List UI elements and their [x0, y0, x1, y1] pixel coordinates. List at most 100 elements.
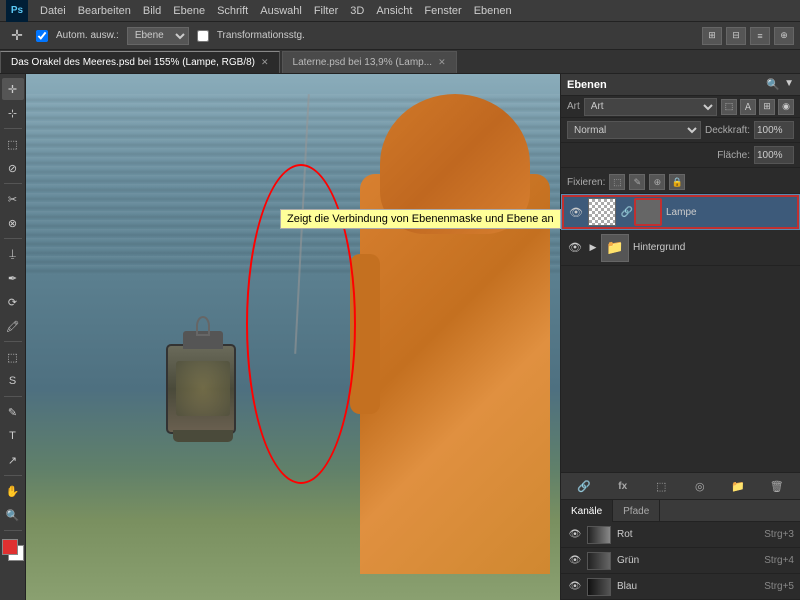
gradient-tool[interactable]: ⬚ — [2, 346, 24, 368]
layer-expand-hintergrund[interactable]: ▶ — [587, 242, 599, 254]
selection-tool[interactable]: ⊹ — [2, 102, 24, 124]
fix-transparent-icon[interactable]: ⬚ — [609, 174, 625, 190]
channel-eye-gruen[interactable]: 👁 — [567, 555, 583, 566]
fix-all-icon[interactable]: 🔒 — [669, 174, 685, 190]
channel-shortcut-gruen: Strg+4 — [764, 555, 794, 566]
menu-3d[interactable]: 3D — [350, 5, 364, 17]
opacity-input[interactable] — [754, 121, 794, 139]
main-content: ✛ ⊹ ⬚ ⊘ ✂ ⊗ ⍊ ✒ ⟳ 🖍 ⬚ S ✎ T ↗ ✋ 🔍 — [0, 74, 800, 600]
blend-opacity-row: Normal Multiplizieren Bildschirm Deckkra… — [561, 118, 800, 143]
chain-tooltip: Zeigt die Verbindung von Ebenenmaske und… — [280, 209, 561, 229]
blend-mode-select[interactable]: Normal Multiplizieren Bildschirm — [567, 121, 701, 139]
opacity-label: Deckkraft: — [705, 125, 750, 136]
menu-schrift[interactable]: Schrift — [217, 5, 248, 17]
crop-tool[interactable]: ✂ — [2, 188, 24, 210]
tab-main-document[interactable]: Das Orakel des Meeres.psd bei 155% (Lamp… — [0, 51, 280, 73]
channel-thumb-blau — [587, 578, 611, 596]
channel-thumb-rot — [587, 526, 611, 544]
layers-bottom-toolbar: 🔗 fx ⬚ ◎ 📁 🗑 — [561, 472, 800, 500]
tab-kanale[interactable]: Kanäle — [561, 500, 613, 522]
hand-tool[interactable]: ✋ — [2, 480, 24, 502]
layer-item-lampe[interactable]: 👁 🔗 Zeigt die Verbindung von Ebenenmaske… — [561, 194, 800, 230]
foreground-color-swatch[interactable] — [2, 539, 18, 555]
menu-ansicht[interactable]: Ansicht — [376, 5, 412, 17]
transform-checkbox[interactable] — [197, 30, 209, 42]
channel-eye-rot[interactable]: 👁 — [567, 529, 583, 540]
channel-item-rot[interactable]: 👁 Rot Strg+3 — [561, 522, 800, 548]
channel-name-rot: Rot — [617, 529, 764, 540]
layer-select-dropdown[interactable]: Ebene Gruppe — [127, 27, 189, 45]
filter-icon-1[interactable]: ⬚ — [721, 99, 737, 115]
fix-paint-icon[interactable]: ✎ — [629, 174, 645, 190]
dodge-tool[interactable]: S — [2, 370, 24, 392]
tab-secondary-document[interactable]: Laterne.psd bei 13,9% (Lamp... ✕ — [282, 51, 457, 73]
menu-ebenen[interactable]: Ebenen — [474, 5, 512, 17]
lasso-tool[interactable]: ⬚ — [2, 133, 24, 155]
new-group-icon[interactable]: 📁 — [728, 476, 748, 496]
layers-search-icon[interactable]: 🔍 — [766, 78, 780, 91]
clone-tool[interactable]: ⟳ — [2, 291, 24, 313]
move-tool-options[interactable]: ✛ — [6, 25, 28, 47]
distribute-icon[interactable]: ⊕ — [774, 27, 794, 45]
path-select-tool[interactable]: ↗ — [2, 449, 24, 471]
adjustment-icon[interactable]: ◎ — [690, 476, 710, 496]
layer-eye-lampe[interactable]: 👁 — [568, 204, 584, 220]
menu-ebene[interactable]: Ebene — [173, 5, 205, 17]
tab-close-main[interactable]: ✕ — [261, 57, 269, 68]
menu-fenster[interactable]: Fenster — [424, 5, 461, 17]
channel-name-blau: Blau — [617, 581, 764, 592]
fix-position-icon[interactable]: ⊕ — [649, 174, 665, 190]
channel-item-gruen[interactable]: 👁 Grün Strg+4 — [561, 548, 800, 574]
move-tool[interactable]: ✛ — [2, 78, 24, 100]
channel-shortcut-rot: Strg+3 — [764, 529, 794, 540]
filter-on-off[interactable]: ◉ — [778, 99, 794, 115]
layer-chain-icon[interactable]: 🔗 Zeigt die Verbindung von Ebenenmaske u… — [620, 205, 634, 219]
color-swatches[interactable] — [2, 539, 24, 561]
options-bar: ✛ Autom. ausw.: Ebene Gruppe Transformat… — [0, 22, 800, 50]
auto-select-checkbox[interactable] — [36, 30, 48, 42]
type-tool[interactable]: T — [2, 425, 24, 447]
layers-spacer — [561, 266, 800, 472]
layer-item-hintergrund[interactable]: 👁 ▶ 📁 Hintergrund — [561, 230, 800, 266]
add-mask-icon[interactable]: ⬚ — [651, 476, 671, 496]
magic-wand-tool[interactable]: ⊘ — [2, 157, 24, 179]
align-right-icon[interactable]: ≡ — [750, 27, 770, 45]
align-left-icon[interactable]: ⊞ — [702, 27, 722, 45]
fx-icon[interactable]: fx — [613, 476, 633, 496]
layers-filter-icon[interactable]: ▼ — [784, 78, 794, 91]
delete-layer-icon[interactable]: 🗑 — [767, 476, 787, 496]
menu-bild[interactable]: Bild — [143, 5, 161, 17]
channel-eye-blau[interactable]: 👁 — [567, 581, 583, 592]
menu-filter[interactable]: Filter — [314, 5, 338, 17]
lantern-group — [166, 344, 236, 434]
tab-pfade[interactable]: Pfade — [613, 500, 660, 522]
align-center-icon[interactable]: ⊟ — [726, 27, 746, 45]
menu-datei[interactable]: Datei — [40, 5, 66, 17]
filter-type-select[interactable]: Art — [584, 98, 717, 116]
tab-close-secondary[interactable]: ✕ — [438, 57, 446, 68]
fixieren-row: Fixieren: ⬚ ✎ ⊕ 🔒 — [561, 171, 800, 194]
menu-auswahl[interactable]: Auswahl — [260, 5, 302, 17]
channel-tabs: Kanäle Pfade — [561, 500, 800, 522]
tool-separator-5 — [4, 396, 22, 397]
menu-bearbeiten[interactable]: Bearbeiten — [78, 5, 131, 17]
layer-name-lampe: Lampe — [666, 207, 793, 218]
zoom-tool[interactable]: 🔍 — [2, 504, 24, 526]
brush-tool[interactable]: ✒ — [2, 267, 24, 289]
eyedropper-tool[interactable]: ⊗ — [2, 212, 24, 234]
fill-label: Fläche: — [717, 150, 750, 161]
heal-tool[interactable]: ⍊ — [2, 243, 24, 265]
channel-shortcut-blau: Strg+5 — [764, 581, 794, 592]
eraser-tool[interactable]: 🖍 — [2, 315, 24, 337]
fill-input[interactable] — [754, 146, 794, 164]
filter-icon-2[interactable]: Ａ — [740, 99, 756, 115]
fixieren-label: Fixieren: — [567, 177, 605, 188]
channel-thumb-gruen — [587, 552, 611, 570]
tool-separator-3 — [4, 238, 22, 239]
layer-eye-hintergrund[interactable]: 👁 — [567, 240, 583, 256]
link-layers-icon[interactable]: 🔗 — [574, 476, 594, 496]
pen-tool[interactable]: ✎ — [2, 401, 24, 423]
layer-name-hintergrund: Hintergrund — [633, 242, 794, 253]
channel-item-blau[interactable]: 👁 Blau Strg+5 — [561, 574, 800, 600]
filter-icon-3[interactable]: ⊞ — [759, 99, 775, 115]
